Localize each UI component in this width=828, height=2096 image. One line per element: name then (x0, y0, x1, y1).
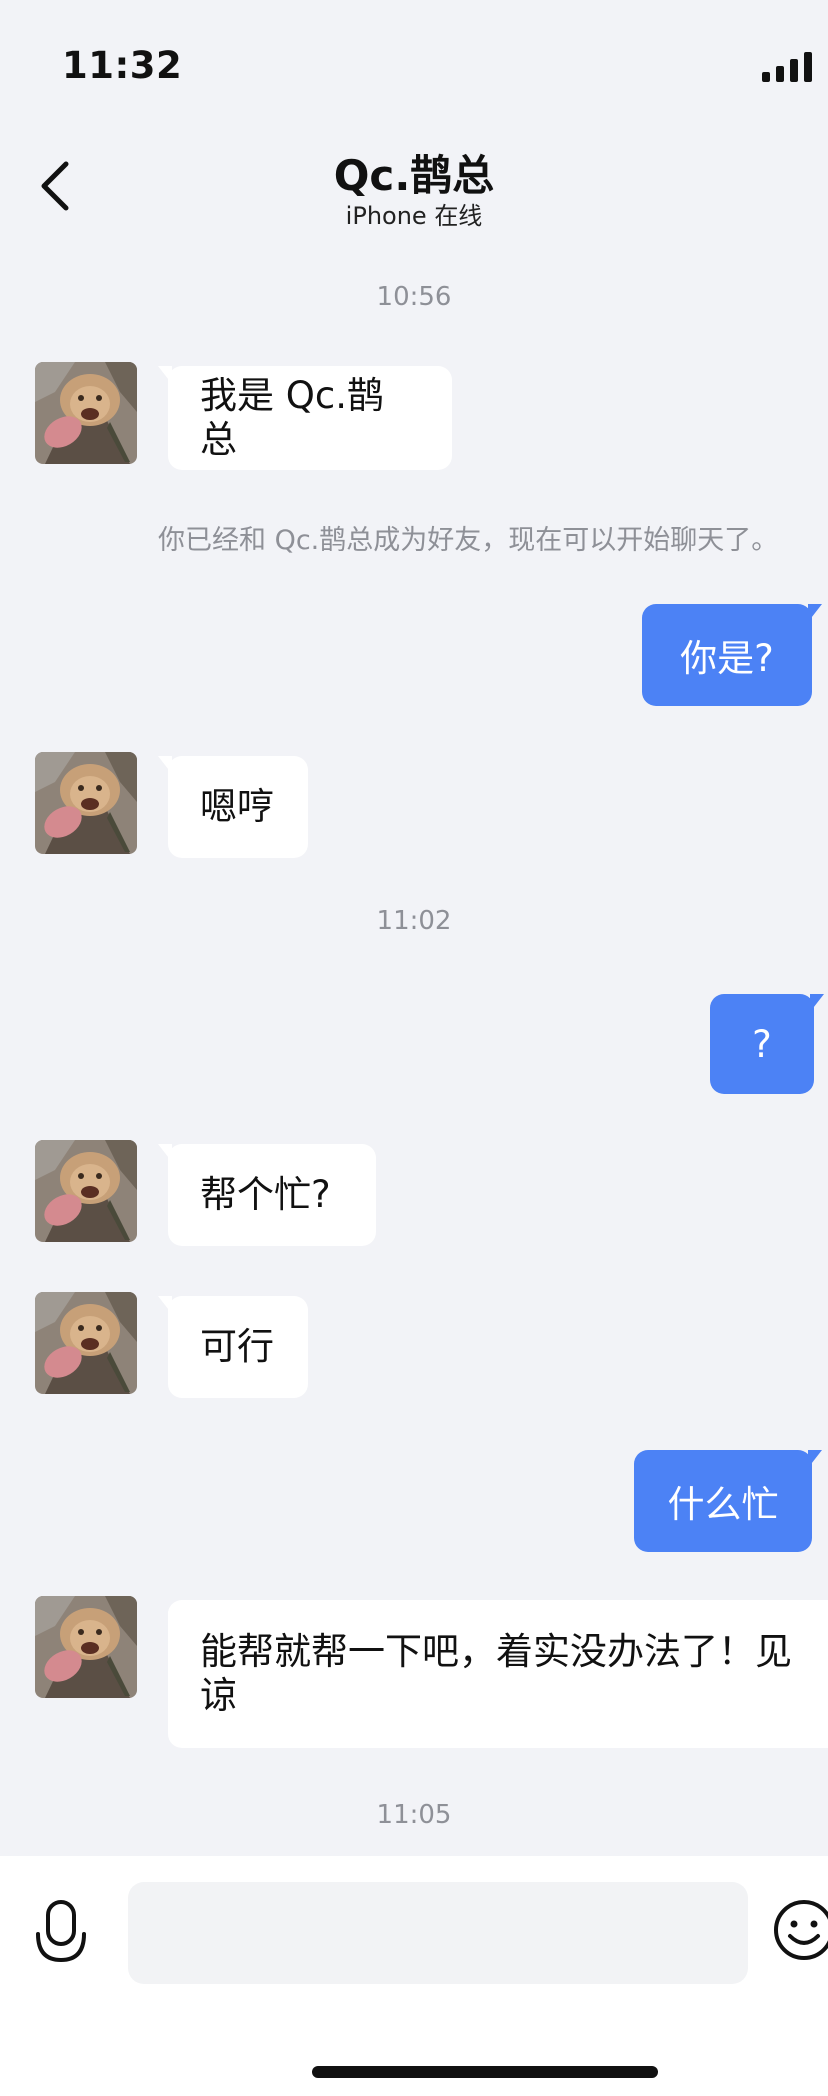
smiley-icon[interactable] (772, 1898, 828, 1962)
contact-avatar[interactable] (35, 752, 137, 854)
message-text: 我是 Qc.鹊总 (200, 374, 384, 461)
cellular-signal-icon (762, 52, 812, 82)
message-text: 你是? (680, 637, 774, 680)
incoming-message-bubble[interactable]: 能帮就帮一下吧，着实没办法了！见谅 (168, 1600, 828, 1748)
message-text: 嗯哼 (200, 785, 274, 828)
message-text: 可行 (200, 1325, 274, 1368)
contact-avatar[interactable] (35, 362, 137, 464)
friend-added-notice: 你已经和 Qc.鹊总成为好友，现在可以开始聊天了。 (158, 525, 779, 556)
timestamp: 11:05 (376, 1800, 452, 1830)
outgoing-message-bubble[interactable]: ? (710, 994, 824, 1094)
contact-avatar[interactable] (35, 1292, 137, 1394)
message-text: 能帮就帮一下吧，着实没办法了！见谅 (200, 1630, 792, 1717)
timestamp: 10:56 (376, 282, 452, 312)
home-indicator[interactable] (312, 2066, 658, 2078)
incoming-message-bubble[interactable]: 可行 (158, 1296, 308, 1398)
timestamp: 11:02 (376, 906, 452, 936)
message-text: 什么忙 (667, 1483, 779, 1526)
status-time: 11:32 (62, 44, 183, 87)
message-input[interactable] (128, 1882, 748, 1984)
chat-subtitle-status: iPhone 在线 (345, 202, 483, 230)
outgoing-message-bubble[interactable]: 你是? (642, 604, 822, 706)
chat-title: Qc.鹊总 (333, 151, 495, 200)
incoming-message-bubble[interactable]: 我是 Qc.鹊总 (158, 366, 452, 470)
incoming-message-bubble[interactable]: 嗯哼 (158, 756, 308, 858)
incoming-message-bubble[interactable]: 帮个忙? (158, 1144, 376, 1246)
message-text: 帮个忙? (200, 1173, 331, 1216)
message-text: ? (752, 1022, 772, 1066)
contact-avatar[interactable] (35, 1596, 137, 1698)
outgoing-message-bubble[interactable]: 什么忙 (634, 1450, 822, 1552)
microphone-icon[interactable] (32, 1898, 90, 1970)
contact-avatar[interactable] (35, 1140, 137, 1242)
